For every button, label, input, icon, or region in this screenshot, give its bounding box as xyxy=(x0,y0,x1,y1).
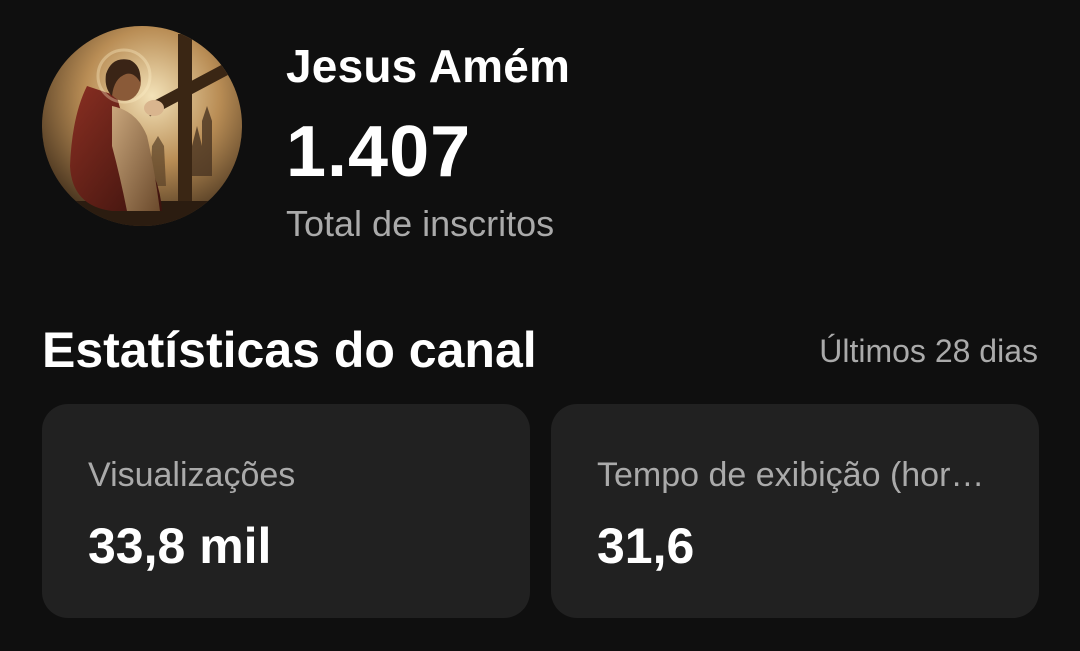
watch-time-value: 31,6 xyxy=(597,518,695,574)
views-card[interactable]: Visualizações 33,8 mil xyxy=(42,404,530,618)
praying-figure-avatar-icon xyxy=(42,26,242,226)
subscriber-label: Total de inscritos xyxy=(286,203,555,244)
period-selector[interactable]: Últimos 28 dias xyxy=(819,330,1038,372)
channel-name: Jesus Amém xyxy=(286,40,571,92)
section-title: Estatísticas do canal xyxy=(42,322,537,378)
views-label: Visualizações xyxy=(88,456,296,494)
views-value: 33,8 mil xyxy=(88,518,272,574)
channel-avatar[interactable] xyxy=(42,26,242,226)
subscriber-count: 1.407 xyxy=(286,112,472,192)
watch-time-label: Tempo de exibição (horas) xyxy=(597,456,997,494)
watch-time-card[interactable]: Tempo de exibição (horas) 31,6 xyxy=(551,404,1039,618)
